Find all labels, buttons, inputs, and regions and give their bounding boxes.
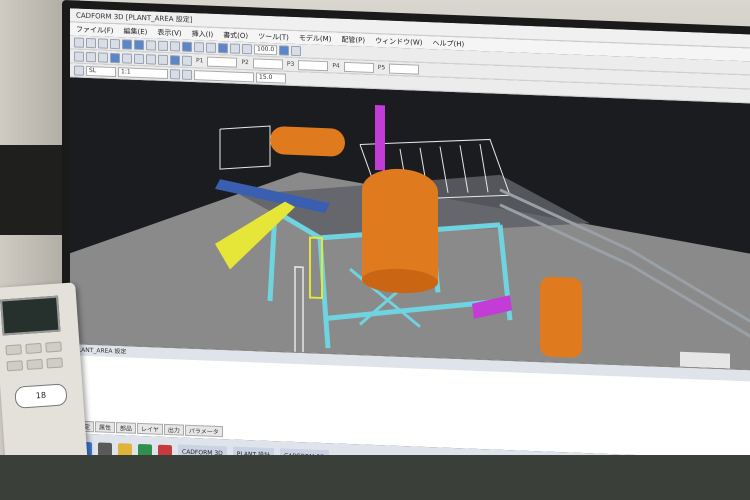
color-icon[interactable] [170,68,180,80]
menu-item-file[interactable]: ファイル(F) [76,24,114,35]
p3-label: P3 [286,60,295,68]
redo-icon[interactable] [134,39,144,50]
style-field[interactable] [194,69,254,82]
phone-sticker: 18 [14,383,68,409]
height-field[interactable]: 15.0 [256,71,286,84]
zoom-out-icon[interactable] [242,43,252,54]
layer-field[interactable]: SL [86,65,116,77]
menu-item-piping[interactable]: 配管(P) [341,34,365,45]
undo-icon[interactable] [122,38,132,50]
save-icon[interactable] [98,37,108,49]
paste-icon[interactable] [170,40,180,52]
agitator-motor [375,105,385,171]
p4-label: P4 [332,62,340,70]
cut-icon[interactable] [146,39,156,51]
menu-item-view[interactable]: 表示(V) [157,27,181,38]
valve-icon[interactable] [158,54,168,65]
phone-key[interactable] [25,342,42,354]
p1-field[interactable] [207,56,238,68]
menu-item-tools[interactable]: ツール(T) [258,31,289,42]
circle-icon[interactable] [98,51,108,63]
phone-key[interactable] [5,344,22,356]
phone-key[interactable] [46,357,64,369]
p5-label: P5 [377,64,386,72]
menu-item-window[interactable]: ウィンドウ(W) [375,36,422,48]
phone-key[interactable] [6,360,24,372]
print-icon[interactable] [110,38,120,49]
snap-icon[interactable] [291,45,302,56]
layer-icon[interactable] [74,64,84,76]
zoom-field[interactable]: 100.0 [254,43,278,55]
menu-item-format[interactable]: 書式(O) [223,30,248,41]
box-icon[interactable] [110,52,120,63]
pipe-icon[interactable] [134,53,144,64]
tab-parameters[interactable]: パラメータ [184,424,223,438]
heat-exchanger [270,126,345,157]
tab-parts[interactable]: 部品 [116,422,137,434]
p5-field[interactable] [389,63,420,75]
zoom-in-icon[interactable] [230,42,240,54]
menu-item-model[interactable]: モデル(M) [299,33,332,44]
monitor: CADFORM 3D [PLANT_AREA 設定] ファイル(F) 編集(E)… [62,0,750,500]
photo-scene: CADFORM 3D [PLANT_AREA 設定] ファイル(F) 編集(E)… [0,0,750,500]
p2-field[interactable] [252,57,283,69]
phone-display [0,295,61,336]
cad-window: CADFORM 3D [PLANT_AREA 設定] ファイル(F) 編集(E)… [70,8,750,490]
new-file-icon[interactable] [74,36,84,48]
tab-layers[interactable]: レイヤ [137,422,163,435]
storage-tank [540,276,582,358]
desk-phone: 18 [0,282,89,483]
menu-item-edit[interactable]: 編集(E) [124,26,148,37]
tab-attributes[interactable]: 属性 [95,421,116,434]
copy-icon[interactable] [158,40,168,51]
p4-field[interactable] [343,61,374,73]
open-file-icon[interactable] [86,37,96,48]
plant-model [70,105,750,370]
cylinder-icon[interactable] [122,52,132,64]
3d-viewport[interactable] [70,78,750,370]
line-icon[interactable] [74,50,84,62]
p2-label: P2 [241,58,249,67]
flange-icon[interactable] [170,54,180,66]
p3-field[interactable] [298,59,329,71]
phone-key[interactable] [26,358,44,370]
elbow-icon[interactable] [146,53,156,65]
polyline-icon[interactable] [86,51,96,62]
rotate-icon[interactable] [206,42,216,53]
phone-key[interactable] [45,341,62,353]
grid-icon[interactable] [279,44,290,56]
menu-item-help[interactable]: ヘルプ(H) [433,38,465,49]
linetype-icon[interactable] [182,69,192,80]
reactor-vessel [362,189,438,283]
p1-label: P1 [196,57,204,65]
scale-field[interactable]: 1:1 [118,66,168,79]
move-icon[interactable] [194,41,204,52]
dimension-icon[interactable] [182,55,192,66]
pan-icon[interactable] [218,42,228,53]
tab-output[interactable]: 出力 [163,423,184,436]
desk-edge [0,455,750,500]
menu-item-insert[interactable]: 挿入(I) [192,28,214,39]
select-icon[interactable] [182,41,192,52]
